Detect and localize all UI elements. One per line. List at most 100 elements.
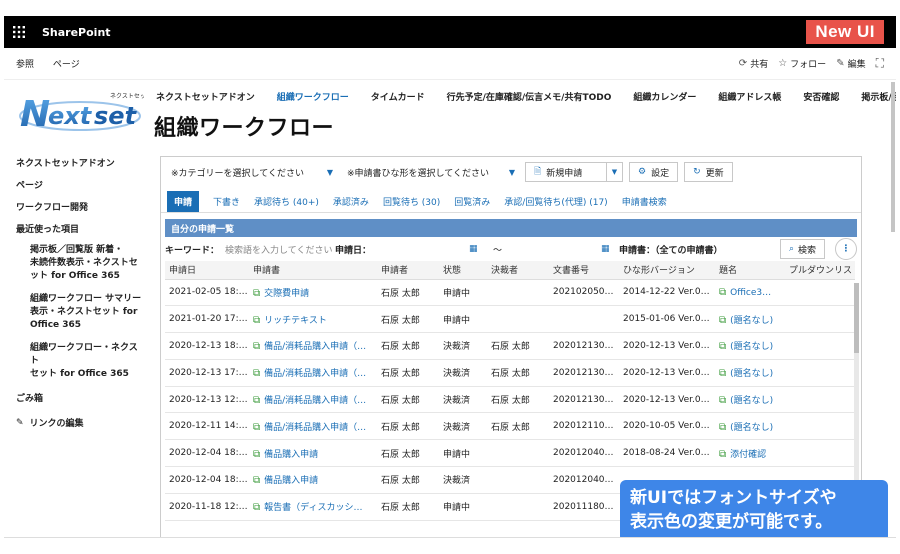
leftnav-recent-workflow[interactable]: 組織ワークフロー・ネクスト セット for Office 365 (30, 342, 146, 381)
tab-awaiting-circulation[interactable]: 回覧待ち (30) (383, 195, 440, 208)
open-external-icon[interactable]: ⧉ (719, 422, 726, 433)
form-name-link[interactable]: ⧉ 備品購入申請 (249, 466, 377, 494)
form-name-link[interactable]: ⧉ 備品/消耗品購入申請（… (249, 359, 377, 387)
focus-icon[interactable]: ⛶ (876, 56, 884, 71)
title-link[interactable]: ⧉ (題名なし) (715, 305, 785, 334)
table-row[interactable]: 2020-12-04 18:29 ⧉ 備品購入申請 石原 太郎 申請中 202012040… (165, 439, 855, 468)
leftnav-recent-summary[interactable]: 組織ワークフロー サマリー 表示・ネクストセット for Office 365 (30, 293, 146, 332)
tab-approved[interactable]: 承認済み (333, 195, 369, 208)
calendar-icon[interactable]: ▦ (601, 244, 610, 254)
title-link[interactable]: ⧉ (題名なし) (715, 386, 785, 414)
form-name-link[interactable]: ⧉ 備品購入申請 (249, 439, 377, 468)
table-row[interactable]: 2020-12-13 18:31 ⧉ 備品/消耗品購入申請（… 石原 太郎 決裁済 石原 … (165, 332, 855, 360)
column-header[interactable]: ひな形バージョン (619, 261, 715, 280)
open-external-icon[interactable]: ⧉ (253, 288, 260, 299)
topnav-item-timecard[interactable]: タイムカード (371, 90, 425, 103)
tab-requests[interactable]: 申請 (167, 191, 200, 212)
cell-text: 備品/消耗品購入申請（… (264, 342, 367, 353)
search-button[interactable]: ⌕ 検索 (779, 239, 825, 259)
open-external-icon[interactable]: ⧉ (719, 287, 726, 298)
edit-button[interactable]: ✎ 編集 (836, 57, 865, 70)
category-select[interactable]: ※カテゴリーを選択してください ▼ (167, 162, 337, 182)
template-select[interactable]: ※申請書ひな形を選択してください ▼ (343, 162, 519, 182)
tab-drafts[interactable]: 下書き (213, 195, 240, 208)
open-external-icon[interactable]: ⧉ (253, 315, 260, 326)
open-external-icon[interactable]: ⧉ (253, 368, 260, 379)
open-external-icon[interactable]: ⧉ (253, 502, 260, 513)
open-external-icon[interactable]: ⧉ (719, 449, 726, 460)
app-launcher-icon[interactable] (4, 16, 34, 48)
open-external-icon[interactable]: ⧉ (253, 341, 260, 352)
new-request-dropdown[interactable]: ▼ (607, 162, 623, 182)
topnav-item-addon[interactable]: ネクストセットアドオン (156, 90, 255, 103)
share-button[interactable]: ⟳ 共有 (739, 57, 768, 70)
table-scrollbar[interactable] (854, 283, 859, 513)
refresh-button[interactable]: ↻ 更新 (684, 162, 733, 182)
follow-button[interactable]: ☆ フォロー (778, 57, 826, 70)
topnav-item-calendar[interactable]: 組織カレンダー (633, 90, 696, 103)
open-external-icon[interactable]: ⧉ (719, 368, 726, 379)
tab-proxy[interactable]: 承認/回覧待ち(代理) (17) (504, 195, 607, 208)
column-header[interactable]: 申請者 (377, 261, 439, 280)
leftnav-item-addon[interactable]: ネクストセットアドオン (16, 156, 146, 169)
cell-text: 決裁済 (443, 396, 471, 407)
title-link[interactable]: ⧉ (題名なし) (715, 332, 785, 360)
nextset-logo[interactable]: N ext set ネクストセット (16, 86, 144, 136)
column-header[interactable]: 申請日 (165, 261, 249, 280)
page-tab[interactable]: ページ (53, 60, 80, 70)
keyword-input[interactable]: 検索語を入力してください (225, 243, 335, 256)
title-link[interactable]: ⧉ (題名なし) (715, 359, 785, 387)
open-external-icon[interactable]: ⧉ (253, 395, 260, 406)
column-header[interactable]: 題名 (715, 261, 785, 280)
settings-button[interactable]: ⚙ 設定 (629, 162, 679, 182)
edit-links-button[interactable]: ✎ リンクの編集 (16, 416, 146, 430)
form-name-link[interactable]: ⧉ 報告書（ディスカッシ… (249, 493, 377, 521)
form-name-link[interactable]: ⧉ 備品/消耗品購入申請（… (249, 386, 377, 414)
form-name-link[interactable]: ⧉ 備品/消耗品購入申請（… (249, 332, 377, 360)
column-header[interactable]: 状態 (439, 261, 487, 280)
table-row[interactable]: 2021-02-05 18:20 ⧉ 交際費申請 石原 太郎 申請中 202102050…… (165, 279, 855, 307)
app-name[interactable]: SharePoint (42, 26, 111, 39)
open-external-icon[interactable]: ⧉ (253, 475, 260, 486)
title-link[interactable]: ⧉ 添付確認 (715, 439, 785, 468)
open-external-icon[interactable]: ⧉ (719, 395, 726, 406)
leftnav-item-pages[interactable]: ページ (16, 178, 146, 191)
table-row[interactable]: 2020-12-13 12:25 ⧉ 備品/消耗品購入申請（… 石原 太郎 決裁済 石原 … (165, 386, 855, 414)
title-link[interactable]: ⧉ Office3… (715, 279, 785, 307)
new-request-button[interactable]: 🗎 新規申請 (525, 162, 607, 182)
title-link[interactable]: ⧉ (題名なし) (715, 412, 785, 441)
open-external-icon[interactable]: ⧉ (253, 449, 260, 460)
edit-links-label: リンクの編集 (29, 419, 84, 429)
table-row[interactable]: 2021-01-20 17:02 ⧉ リッチテキスト 石原 太郎 申請中 2015-01-… (165, 305, 855, 334)
topnav-item-safety[interactable]: 安否確認 (803, 90, 839, 103)
more-options-button[interactable]: ⋮ (835, 238, 857, 260)
form-filter-select[interactable]: 申請書：（全ての申請書） (619, 243, 723, 256)
form-name-link[interactable]: ⧉ 備品/消耗品購入申請（… (249, 412, 377, 441)
tab-awaiting-approval[interactable]: 承認待ち (40+) (254, 195, 319, 208)
scrollbar-thumb[interactable] (854, 283, 859, 353)
table-cell: 2020-12-13 Ver.0… (619, 359, 715, 387)
leftnav-recent-board[interactable]: 掲示板／回覧版 新着・ 未読件数表示・ネクストセ ット for Office 3… (30, 244, 146, 283)
topnav-item-workflow[interactable]: 組織ワークフロー (277, 90, 349, 103)
page-scrollbar[interactable] (891, 82, 895, 232)
column-header[interactable]: 決裁者 (487, 261, 549, 280)
open-external-icon[interactable]: ⧉ (719, 341, 726, 352)
table-row[interactable]: 2020-12-11 14:01 ⧉ 備品/消耗品購入申請（… 石原 太郎 決裁済 石原 … (165, 412, 855, 441)
tab-search[interactable]: 申請書検索 (622, 195, 667, 208)
form-name-link[interactable]: ⧉ リッチテキスト (249, 305, 377, 334)
form-name-link[interactable]: ⧉ 交際費申請 (249, 279, 377, 307)
tab-circulated[interactable]: 回覧済み (454, 195, 490, 208)
calendar-icon[interactable]: ▦ (469, 244, 478, 254)
leftnav-item-workflow-dev[interactable]: ワークフロー開発 (16, 200, 146, 213)
leftnav-item-trash[interactable]: ごみ箱 (16, 391, 146, 404)
column-header[interactable]: プルダウンリスト (785, 261, 855, 280)
column-header[interactable]: 申請書 (249, 261, 377, 280)
browse-tab[interactable]: 参照 (16, 60, 34, 70)
topnav-item-schedule[interactable]: 行先予定/在庫確認/伝言メモ/共有TODO (447, 90, 612, 103)
date-range-separator: 〜 (493, 245, 503, 256)
table-row[interactable]: 2020-12-13 17:56 ⧉ 備品/消耗品購入申請（… 石原 太郎 決裁済 石原 … (165, 359, 855, 387)
open-external-icon[interactable]: ⧉ (719, 315, 726, 326)
open-external-icon[interactable]: ⧉ (253, 422, 260, 433)
topnav-item-address[interactable]: 組織アドレス帳 (718, 90, 781, 103)
column-header[interactable]: 文書番号 (549, 261, 619, 280)
